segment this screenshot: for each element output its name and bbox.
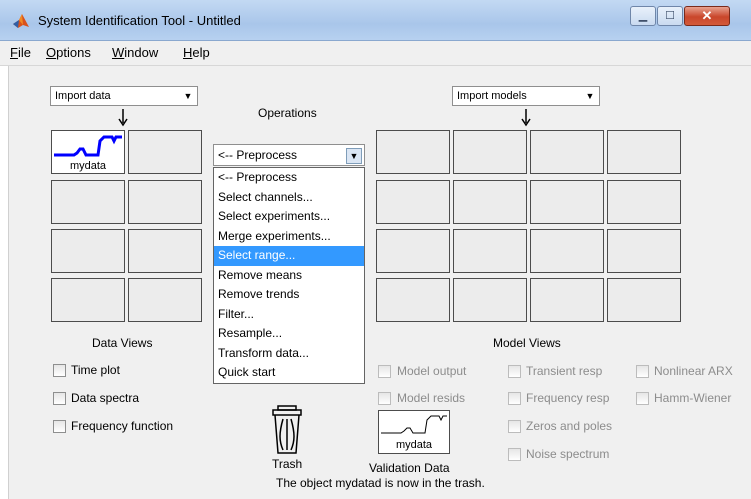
import-models-select[interactable]: Import models ▼ [452,86,600,106]
data-spectra-checkbox[interactable] [53,392,66,405]
down-arrow-icon [118,109,128,127]
data-spectra-label: Data spectra [71,391,140,405]
data-slot-2[interactable] [128,130,202,174]
noise-spectrum-label: Noise spectrum [526,447,610,461]
nonlinear-arx-checkbox[interactable] [636,365,649,378]
frequency-function-label: Frequency function [71,419,174,433]
zeros-poles-label: Zeros and poles [526,419,613,433]
frequency-resp-checkbox[interactable] [508,392,521,405]
model-slot-12[interactable] [607,229,681,273]
validation-plot-icon [381,415,447,434]
model-resids-checkbox[interactable] [378,392,391,405]
dropdown-item-select-channels[interactable]: Select channels... [214,188,364,208]
frequency-function-checkbox[interactable] [53,420,66,433]
model-slot-5[interactable] [376,180,450,224]
operations-dropdown: <-- Preprocess Select channels... Select… [213,167,365,384]
time-plot-label: Time plot [71,363,120,377]
import-data-select[interactable]: Import data ▼ [50,86,198,106]
model-slot-3[interactable] [530,130,604,174]
dropdown-item-remove-trends[interactable]: Remove trends [214,285,364,305]
model-slot-2[interactable] [453,130,527,174]
data-slot-3[interactable] [51,180,125,224]
chevron-down-icon: ▼ [346,148,362,164]
hamm-wiener-label: Hamm-Wiener [654,391,732,405]
model-slot-13[interactable] [376,278,450,322]
operations-select[interactable]: <-- Preprocess ▼ [213,144,365,166]
model-slot-16[interactable] [607,278,681,322]
data-slot-4[interactable] [128,180,202,224]
dropdown-item-quick-start[interactable]: Quick start [214,363,364,383]
status-text: The object mydatad is now in the trash. [276,476,485,490]
model-slot-4[interactable] [607,130,681,174]
model-slot-9[interactable] [376,229,450,273]
dropdown-item-filter[interactable]: Filter... [214,305,364,325]
zeros-poles-checkbox[interactable] [508,420,521,433]
dropdown-item-resample[interactable]: Resample... [214,324,364,344]
frequency-resp-label: Frequency resp [526,391,610,405]
down-arrow-icon [521,109,531,127]
trash-label: Trash [272,457,303,471]
dropdown-item-select-experiments[interactable]: Select experiments... [214,207,364,227]
data-slot-6[interactable] [128,229,202,273]
maximize-button[interactable]: ☐ [657,6,683,26]
dropdown-item-preprocess[interactable]: <-- Preprocess [214,168,364,188]
model-slot-14[interactable] [453,278,527,322]
model-resids-label: Model resids [397,391,466,405]
model-slot-6[interactable] [453,180,527,224]
model-output-label: Model output [397,364,467,378]
validation-data-label: Validation Data [369,461,450,475]
model-views-label: Model Views [493,336,561,350]
minimize-button[interactable]: ▁ [630,6,656,26]
data-item-label: mydata [69,160,107,172]
hamm-wiener-checkbox[interactable] [636,392,649,405]
dropdown-item-remove-means[interactable]: Remove means [214,266,364,286]
menu-file[interactable]: File [10,45,31,60]
transient-resp-checkbox[interactable] [508,365,521,378]
dropdown-item-select-range[interactable]: Select range... [214,246,364,266]
validation-item-label: mydata [395,439,433,451]
data-plot-icon [54,135,122,157]
time-plot-checkbox[interactable] [53,364,66,377]
transient-resp-label: Transient resp [526,364,603,378]
menu-help[interactable]: Help [183,45,210,60]
model-slot-10[interactable] [453,229,527,273]
data-views-label: Data Views [92,336,153,350]
close-button[interactable]: ✕ [684,6,730,26]
model-slot-11[interactable] [530,229,604,273]
menu-window[interactable]: Window [112,45,158,60]
dropdown-item-transform-data[interactable]: Transform data... [214,344,364,364]
model-slot-8[interactable] [607,180,681,224]
validation-data-slot[interactable]: mydata [378,410,450,454]
dropdown-item-merge-experiments[interactable]: Merge experiments... [214,227,364,247]
chevron-down-icon: ▼ [183,91,193,101]
model-slot-1[interactable] [376,130,450,174]
model-slot-15[interactable] [530,278,604,322]
model-output-checkbox[interactable] [378,365,391,378]
noise-spectrum-checkbox[interactable] [508,448,521,461]
nonlinear-arx-label: Nonlinear ARX [654,364,733,378]
menu-options[interactable]: Options [46,45,91,60]
trash-icon[interactable] [270,405,304,455]
operations-label: Operations [258,106,317,120]
data-slot-7[interactable] [51,278,125,322]
window-title: System Identification Tool - Untitled [38,13,241,28]
matlab-logo-icon [13,14,29,28]
data-slot-8[interactable] [128,278,202,322]
chevron-down-icon: ▼ [585,91,595,101]
data-slot-1[interactable]: mydata [51,130,125,174]
model-slot-7[interactable] [530,180,604,224]
data-slot-5[interactable] [51,229,125,273]
